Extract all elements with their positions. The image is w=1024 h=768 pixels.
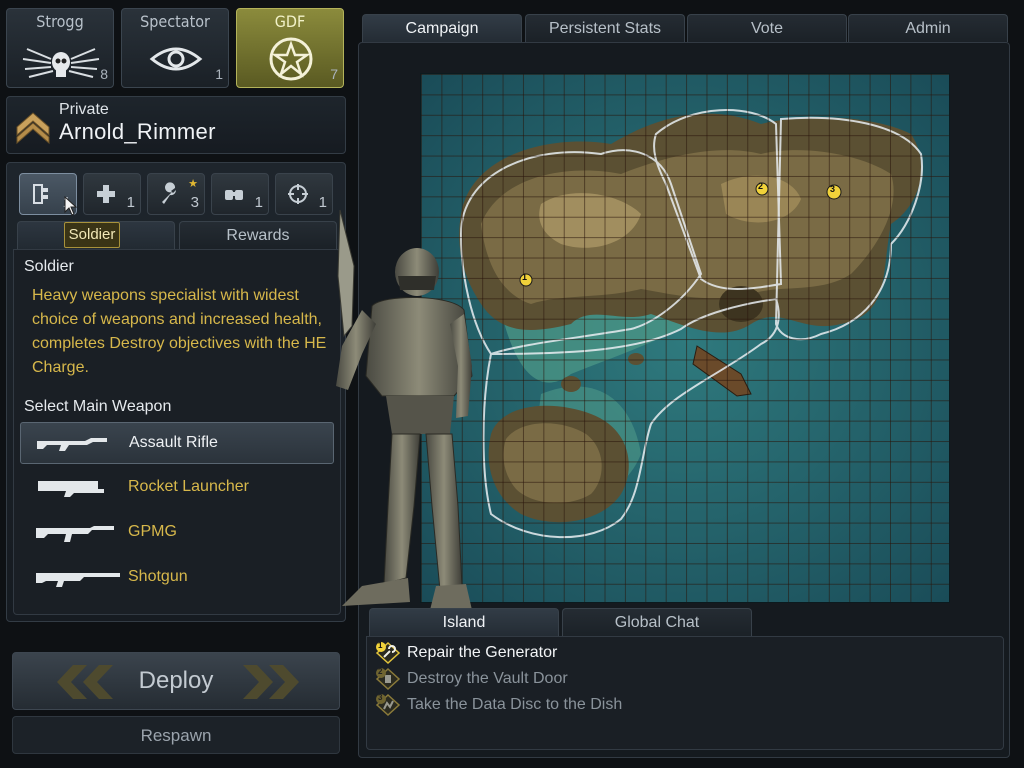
- objective-label: Take the Data Disc to the Dish: [407, 696, 623, 713]
- marker-label: 3: [830, 184, 836, 194]
- tab-vote[interactable]: Vote: [687, 14, 847, 42]
- rank-label: Private: [59, 101, 109, 118]
- island-map[interactable]: 1 2 3: [420, 73, 950, 603]
- team-name: GDF: [274, 12, 306, 31]
- class-tooltip: Soldier: [64, 222, 120, 248]
- weapon-name: Rocket Launcher: [128, 478, 249, 495]
- mouse-cursor-icon: [64, 196, 78, 216]
- tab-label: Admin: [905, 20, 951, 37]
- eye-icon: [149, 47, 203, 71]
- team-count: 7: [330, 66, 338, 82]
- objective-label: Destroy the Vault Door: [407, 670, 568, 687]
- gpmg-icon: [36, 526, 114, 542]
- tab-admin[interactable]: Admin: [848, 14, 1008, 42]
- team-name: Strogg: [36, 12, 84, 31]
- class-selection-panel: 1 1 ★ 3 1 1 Rewards Soldier Heavy weapon…: [6, 162, 346, 622]
- objective-number: 1: [378, 641, 383, 650]
- class-fieldops-button[interactable]: 1: [211, 173, 269, 215]
- rocket-launcher-icon: [38, 481, 104, 497]
- assault-rifle-icon: [37, 438, 107, 451]
- tab-label: Global Chat: [614, 614, 700, 631]
- respawn-button[interactable]: Respawn: [12, 716, 340, 754]
- weapon-option-assault-rifle[interactable]: Assault Rifle: [20, 422, 334, 464]
- class-description: Heavy weapons specialist with widest cho…: [32, 287, 327, 376]
- weapon-name: Assault Rifle: [129, 434, 218, 451]
- rank-chevron-icon: [16, 112, 50, 145]
- tab-campaign[interactable]: Campaign: [362, 14, 522, 42]
- weapon-option-gpmg[interactable]: GPMG: [20, 512, 334, 554]
- player-name: Arnold_Rimmer: [59, 119, 216, 144]
- weapon-name: Shotgun: [128, 568, 188, 585]
- marker-label: 1: [522, 272, 528, 282]
- objective-markers: [519, 182, 842, 287]
- team-spectator-button[interactable]: Spectator 1: [121, 8, 229, 88]
- weapon-option-shotgun[interactable]: Shotgun: [20, 557, 334, 599]
- shotgun-icon: [36, 573, 120, 587]
- weapon-heading: Select Main Weapon: [24, 398, 172, 415]
- class-count: 3: [190, 194, 199, 211]
- class-count: 1: [126, 194, 135, 211]
- tab-rewards[interactable]: Rewards: [179, 221, 337, 249]
- respawn-label: Respawn: [140, 726, 212, 745]
- team-strogg-button[interactable]: Strogg 8: [6, 8, 114, 88]
- tab-persistent-stats[interactable]: Persistent Stats: [525, 14, 685, 42]
- deploy-button[interactable]: Deploy: [12, 652, 340, 710]
- team-gdf-button[interactable]: GDF 7: [236, 8, 344, 88]
- tab-label: Vote: [750, 20, 784, 37]
- gdf-star-icon: [269, 37, 313, 81]
- class-engineer-button[interactable]: ★ 3: [147, 173, 205, 215]
- fieldops-binoculars-icon: [222, 182, 246, 206]
- marker-label: 2: [758, 181, 764, 191]
- team-name: Spectator: [140, 12, 210, 31]
- tab-label: Rewards: [226, 227, 290, 244]
- class-title: Soldier: [24, 258, 74, 275]
- class-description-panel: Soldier Heavy weapons specialist with wi…: [13, 249, 341, 615]
- team-count: 8: [100, 66, 108, 82]
- player-rank-box: Private Arnold_Rimmer: [6, 96, 346, 154]
- objective-label: Repair the Generator: [407, 644, 558, 661]
- weapon-name: GPMG: [128, 523, 177, 540]
- star-icon: ★: [188, 178, 198, 190]
- class-count: 1: [254, 194, 263, 211]
- medic-cross-icon: [94, 182, 118, 206]
- soldier-class-icon: [30, 182, 54, 206]
- deploy-label: Deploy: [138, 667, 214, 694]
- team-count: 1: [215, 66, 223, 82]
- weapon-option-rocket-launcher[interactable]: Rocket Launcher: [20, 467, 334, 509]
- soldier-character-image: [336, 209, 473, 610]
- tab-label: Persistent Stats: [548, 20, 662, 37]
- covertops-crosshair-icon: [286, 182, 310, 206]
- tab-global-chat[interactable]: Global Chat: [562, 608, 752, 636]
- objectives-panel: 1 Repair the Generator 2 Destroy the Vau…: [366, 636, 1004, 750]
- tab-island[interactable]: Island: [369, 608, 559, 636]
- tab-label: Island: [442, 614, 486, 631]
- main-tab-bar: Campaign Persistent Stats Vote Admin: [362, 14, 1010, 42]
- engineer-wrench-icon: [158, 182, 182, 206]
- strogg-skull-icon: [22, 48, 100, 78]
- objective-number: 2: [378, 667, 383, 676]
- objective-number: 3: [378, 693, 383, 702]
- class-medic-button[interactable]: 1: [83, 173, 141, 215]
- tab-label: Campaign: [405, 20, 479, 37]
